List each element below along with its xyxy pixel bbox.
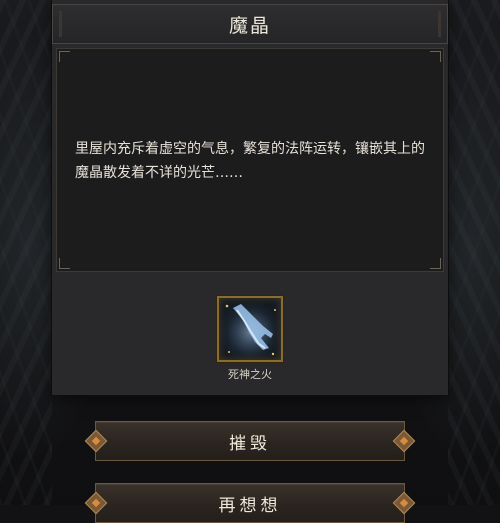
reward-item-name: 死神之火 xyxy=(228,368,272,381)
corner-ornament xyxy=(59,258,70,269)
event-dialog: 魔晶 里屋内充斥着虚空的气息，繁复的法阵运转，镶嵌其上的魔晶散发着不详的光芒……… xyxy=(52,0,448,395)
spectral-hand-icon xyxy=(225,304,276,356)
reconsider-button-label: 再想想 xyxy=(218,495,282,516)
reconsider-button[interactable]: 再想想 xyxy=(84,483,416,523)
dialog-title: 魔晶 xyxy=(228,14,271,37)
destroy-button-label: 摧毁 xyxy=(229,433,271,454)
reward-item-slot[interactable] xyxy=(217,296,283,362)
story-panel: 里屋内充斥着虚空的气息，繁复的法阵运转，镶嵌其上的魔晶散发着不详的光芒…… xyxy=(56,48,444,272)
corner-ornament xyxy=(430,258,441,269)
story-text: 里屋内充斥着虚空的气息，繁复的法阵运转，镶嵌其上的魔晶散发着不详的光芒…… xyxy=(75,141,425,181)
corner-ornament xyxy=(59,51,70,62)
destroy-button[interactable]: 摧毁 xyxy=(84,421,416,461)
corner-ornament xyxy=(430,51,441,62)
dialog-title-bar: 魔晶 xyxy=(52,4,448,44)
